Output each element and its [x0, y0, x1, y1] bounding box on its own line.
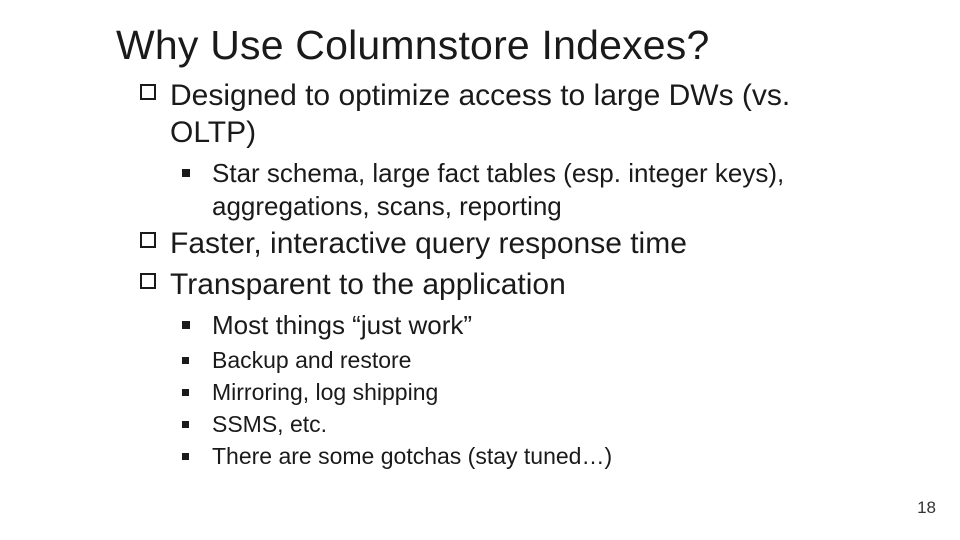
- bullet-text: Transparent to the application: [170, 268, 566, 301]
- bullet-level2: Most things “just work”: [140, 309, 860, 342]
- hollow-square-icon: [140, 273, 156, 289]
- slide-content: Designed to optimize access to large DWs…: [140, 78, 860, 473]
- square-bullet-icon: [182, 389, 189, 396]
- bullet-level3: Mirroring, log shipping: [140, 378, 860, 408]
- bullet-text: Designed to optimize access to large DWs…: [170, 79, 790, 149]
- square-bullet-icon: [182, 453, 189, 460]
- bullet-text: Backup and restore: [212, 347, 411, 373]
- square-bullet-icon: [182, 357, 189, 364]
- bullet-text: SSMS, etc.: [212, 411, 327, 437]
- bullet-text: Star schema, large fact tables (esp. int…: [212, 158, 784, 221]
- slide: Why Use Columnstore Indexes? Designed to…: [0, 0, 960, 540]
- bullet-level1: Designed to optimize access to large DWs…: [140, 78, 860, 151]
- square-bullet-icon: [182, 421, 189, 428]
- bullet-level3: SSMS, etc.: [140, 410, 860, 440]
- square-bullet-icon: [182, 169, 190, 177]
- hollow-square-icon: [140, 232, 156, 248]
- bullet-text: There are some gotchas (stay tuned…): [212, 443, 612, 469]
- bullet-level2: Star schema, large fact tables (esp. int…: [140, 157, 860, 222]
- bullet-text: Faster, interactive query response time: [170, 227, 687, 260]
- hollow-square-icon: [140, 84, 156, 100]
- bullet-level1: Faster, interactive query response time: [140, 226, 860, 263]
- slide-title: Why Use Columnstore Indexes?: [116, 22, 710, 69]
- bullet-level3: There are some gotchas (stay tuned…): [140, 442, 860, 472]
- bullet-text: Most things “just work”: [212, 310, 472, 340]
- bullet-level1: Transparent to the application: [140, 267, 860, 304]
- square-bullet-icon: [182, 321, 190, 329]
- bullet-level3: Backup and restore: [140, 346, 860, 376]
- bullet-text: Mirroring, log shipping: [212, 379, 438, 405]
- page-number: 18: [917, 498, 936, 518]
